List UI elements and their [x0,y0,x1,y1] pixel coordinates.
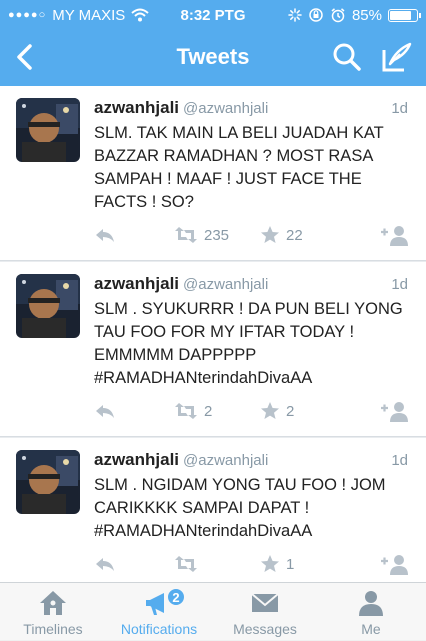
tab-notifications[interactable]: Notifications [106,583,212,641]
reply-button[interactable] [94,399,116,423]
tweet-timestamp: 1d [391,452,408,469]
add-user-icon [381,226,408,246]
status-bar: ●●●●○ MY MAXIS 8:32 PTG 85% [0,0,426,30]
tweet-author-handle: @azwanhjali [183,276,269,293]
retweet-button[interactable]: 2 [174,399,212,423]
avatar[interactable] [16,450,80,514]
battery-icon [388,8,421,22]
tweet-timestamp: 1d [391,100,408,117]
reply-icon [96,229,114,242]
reply-icon [96,405,114,418]
tweet-timestamp: 1d [391,276,408,293]
tab-messages[interactable]: Messages [212,583,318,641]
tab-me[interactable]: Me [318,583,424,641]
star-icon [261,555,279,572]
tweet-author-name[interactable]: azwanhjali @azwanhjali [94,98,268,118]
search-icon[interactable] [330,40,364,74]
reply-button[interactable] [94,223,116,247]
add-user-icon [381,555,408,575]
star-icon [261,226,279,243]
favorite-button[interactable]: 2 [260,399,294,423]
tweet[interactable]: azwanhjali @azwanhjali 1d SLM. TAK MAIN L… [0,86,426,261]
retweet-button[interactable]: 235 [174,223,229,247]
tweet-text: SLM. TAK MAIN LA BELI JUADAH KAT BAZZAR … [94,124,384,211]
envelope-icon [251,593,279,612]
tweet-author-name[interactable]: azwanhjali @azwanhjali [94,450,268,470]
notifications-badge: 2 [166,587,186,607]
add-user-icon [381,402,408,422]
tab-label: Me [361,621,381,637]
retweet-icon [175,556,197,572]
retweet-count: 2 [204,402,213,420]
favorite-count: 22 [286,226,303,244]
activity-spinner-icon [288,8,302,22]
alarm-clock-icon [331,8,345,23]
tab-timelines[interactable]: Timelines [0,583,106,641]
follow-button[interactable] [380,399,410,423]
favorite-button[interactable]: 22 [260,223,303,247]
retweet-button[interactable] [174,552,204,576]
star-icon [261,402,279,419]
avatar[interactable] [16,98,80,162]
home-icon [40,591,66,615]
follow-button[interactable] [380,552,410,576]
wifi-icon [131,8,149,22]
retweet-icon [175,227,197,243]
signal-strength-icon: ●●●●○ [8,9,47,21]
tweet-actions: 235 22 [94,223,414,247]
tweet-author-handle: @azwanhjali [183,452,269,469]
tweet[interactable]: azwanhjali @azwanhjali 1d SLM . NGIDAM YO… [0,438,426,582]
rotation-lock-icon [309,8,323,22]
tweet-text: SLM . SYUKURRR ! DA PUN BELI YONG TAU FO… [94,300,403,387]
tab-label: Messages [233,621,297,637]
favorite-count: 1 [286,555,295,573]
tweet-actions: 1 [94,552,414,576]
tweet-text: SLM . NGIDAM YONG TAU FOO ! JOM CARIKKKK… [94,476,386,540]
tab-label: Timelines [23,621,83,637]
compose-icon[interactable] [380,40,414,74]
retweet-count: 235 [204,226,230,244]
tab-label: Notifications [120,621,198,637]
carrier-name: MY MAXIS [52,6,126,24]
tweet-author-name[interactable]: azwanhjali @azwanhjali [94,274,268,294]
reply-icon [96,558,114,571]
tweet-feed[interactable]: azwanhjali @azwanhjali 1d SLM. TAK MAIN L… [0,86,426,582]
tweet[interactable]: azwanhjali @azwanhjali 1d SLM . SYUKURRR … [0,262,426,437]
reply-button[interactable] [94,552,116,576]
avatar[interactable] [16,274,80,338]
tweet-actions: 2 2 [94,399,414,423]
follow-button[interactable] [380,223,410,247]
person-icon [359,591,383,616]
favorite-count: 2 [286,402,295,420]
battery-percent: 85% [351,6,382,24]
tab-bar: Timelines Notifications 2 Messages Me [0,582,426,640]
favorite-button[interactable]: 1 [260,552,294,576]
nav-bar: Tweets [0,30,426,86]
tweet-author-handle: @azwanhjali [183,100,269,117]
retweet-icon [175,403,197,419]
